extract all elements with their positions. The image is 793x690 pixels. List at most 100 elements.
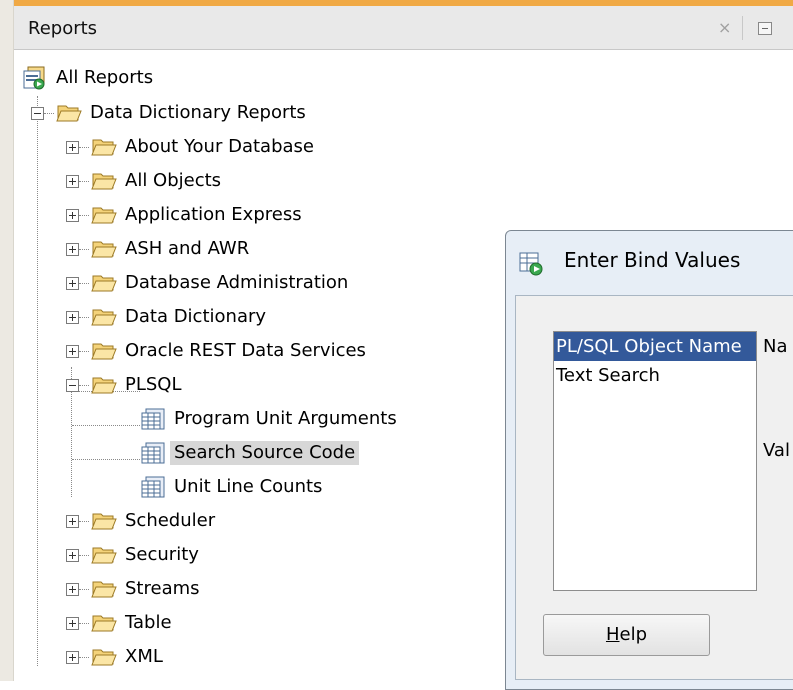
- tree-item-label: Database Administration: [125, 272, 349, 293]
- close-icon[interactable]: ×: [718, 18, 731, 37]
- folder-icon: [91, 173, 117, 190]
- folder-icon: [91, 615, 117, 632]
- folder-icon: [91, 513, 117, 530]
- tree-item-label: All Reports: [56, 67, 154, 88]
- tree-item-report-selected[interactable]: Search Source Code: [140, 438, 360, 468]
- folder-icon: [91, 547, 117, 564]
- folder-open-icon: [91, 377, 117, 394]
- tree-connector: [44, 112, 54, 114]
- collapse-icon[interactable]: [66, 378, 79, 392]
- tree-item-label: XML: [125, 646, 163, 667]
- dialog-body: PL/SQL Object Name Text Search Na Val He…: [515, 295, 793, 680]
- folder-icon: [91, 207, 117, 224]
- bind-item-selected[interactable]: PL/SQL Object Name: [554, 332, 756, 361]
- expand-icon[interactable]: [66, 582, 79, 596]
- tree-item-folder[interactable]: Table: [66, 608, 176, 638]
- tree-connector: [79, 384, 89, 386]
- tree-item-folder[interactable]: Database Administration: [66, 268, 352, 298]
- expand-icon[interactable]: [66, 140, 79, 154]
- expand-icon[interactable]: [66, 208, 79, 222]
- tree-connector: [79, 316, 89, 318]
- tree-item-folder-plsql[interactable]: PLSQL: [66, 370, 186, 400]
- tree-item-label: PLSQL: [125, 374, 182, 395]
- report-table-icon: [141, 476, 165, 498]
- tree-item-label: Data Dictionary: [125, 306, 267, 327]
- expand-icon[interactable]: [66, 650, 79, 664]
- tree-item-folder[interactable]: XML: [66, 642, 167, 672]
- reports-panel-titlebar: Reports ×: [14, 6, 793, 50]
- dialog-title: Enter Bind Values: [564, 248, 741, 272]
- folder-icon: [91, 139, 117, 156]
- tree-item-folder[interactable]: ASH and AWR: [66, 234, 253, 264]
- tree-item-label: About Your Database: [125, 136, 314, 157]
- tree-item-folder[interactable]: About Your Database: [66, 132, 318, 162]
- name-field-label: Na: [763, 336, 788, 357]
- enter-bind-values-dialog: Enter Bind Values PL/SQL Object Name Tex…: [505, 230, 793, 690]
- panel-left-border: [0, 0, 14, 681]
- expand-icon[interactable]: [66, 310, 79, 324]
- tree-item-label: Search Source Code: [170, 441, 360, 465]
- bind-variable-list[interactable]: PL/SQL Object Name Text Search: [553, 331, 757, 591]
- expand-icon[interactable]: [66, 514, 79, 528]
- tree-item-folder[interactable]: Application Express: [66, 200, 306, 230]
- expand-icon[interactable]: [66, 276, 79, 290]
- dialog-titlebar[interactable]: Enter Bind Values: [506, 231, 793, 295]
- folder-open-icon: [56, 105, 82, 122]
- folder-icon: [91, 309, 117, 326]
- expand-icon[interactable]: [66, 616, 79, 630]
- tree-item-data-dictionary-reports[interactable]: Data Dictionary Reports: [31, 98, 310, 128]
- panel-title: Reports: [28, 18, 98, 39]
- tree-connector: [79, 588, 89, 590]
- folder-icon: [91, 343, 117, 360]
- tree-item-all-reports[interactable]: All Reports: [22, 63, 157, 93]
- report-run-icon: [519, 252, 543, 276]
- expand-icon[interactable]: [66, 174, 79, 188]
- tree-connector: [79, 282, 89, 284]
- tree-connector: [79, 622, 89, 624]
- tree-item-folder[interactable]: Security: [66, 540, 203, 570]
- folder-icon: [91, 649, 117, 666]
- tree-item-folder[interactable]: Streams: [66, 574, 204, 604]
- report-table-icon: [141, 442, 165, 464]
- tree-connector: [79, 520, 89, 522]
- tree-item-label: Table: [125, 612, 172, 633]
- tree-item-label: ASH and AWR: [125, 238, 250, 259]
- folder-icon: [91, 241, 117, 258]
- expand-icon[interactable]: [66, 242, 79, 256]
- tree-connector: [72, 425, 140, 426]
- folder-icon: [91, 275, 117, 292]
- minimize-icon[interactable]: [758, 22, 772, 35]
- tree-connector: [79, 214, 89, 216]
- tree-item-folder[interactable]: Data Dictionary: [66, 302, 270, 332]
- tree-connector: [79, 554, 89, 556]
- tree-item-label: Streams: [125, 578, 200, 599]
- value-field-label: Val: [763, 440, 790, 461]
- tree-connector: [79, 146, 89, 148]
- tree-item-label: Oracle REST Data Services: [125, 340, 366, 361]
- tree-item-report[interactable]: Program Unit Arguments: [140, 404, 401, 434]
- tree-connector: [79, 350, 89, 352]
- reports-root-icon: [23, 66, 45, 90]
- tree-item-label: Data Dictionary Reports: [90, 102, 306, 123]
- tree-connector: [37, 96, 38, 666]
- tree-connector: [79, 248, 89, 250]
- expand-icon[interactable]: [66, 344, 79, 358]
- tree-connector: [72, 459, 140, 460]
- tree-item-folder[interactable]: Oracle REST Data Services: [66, 336, 370, 366]
- tree-connector: [79, 656, 89, 658]
- expand-icon[interactable]: [66, 548, 79, 562]
- help-button[interactable]: Help: [543, 614, 710, 656]
- tree-item-label: Unit Line Counts: [174, 476, 323, 497]
- tree-item-report[interactable]: Unit Line Counts: [140, 472, 326, 502]
- report-table-icon: [141, 408, 165, 430]
- tree-item-label: Application Express: [125, 204, 302, 225]
- tree-item-label: All Objects: [125, 170, 222, 191]
- tree-connector: [79, 180, 89, 182]
- collapse-icon[interactable]: [31, 106, 44, 120]
- bind-item[interactable]: Text Search: [554, 361, 756, 390]
- tree-item-folder[interactable]: Scheduler: [66, 506, 219, 536]
- tree-item-label: Security: [125, 544, 199, 565]
- help-mnemonic: H: [605, 624, 620, 645]
- tree-item-folder[interactable]: All Objects: [66, 166, 225, 196]
- titlebar-separator: [742, 16, 743, 40]
